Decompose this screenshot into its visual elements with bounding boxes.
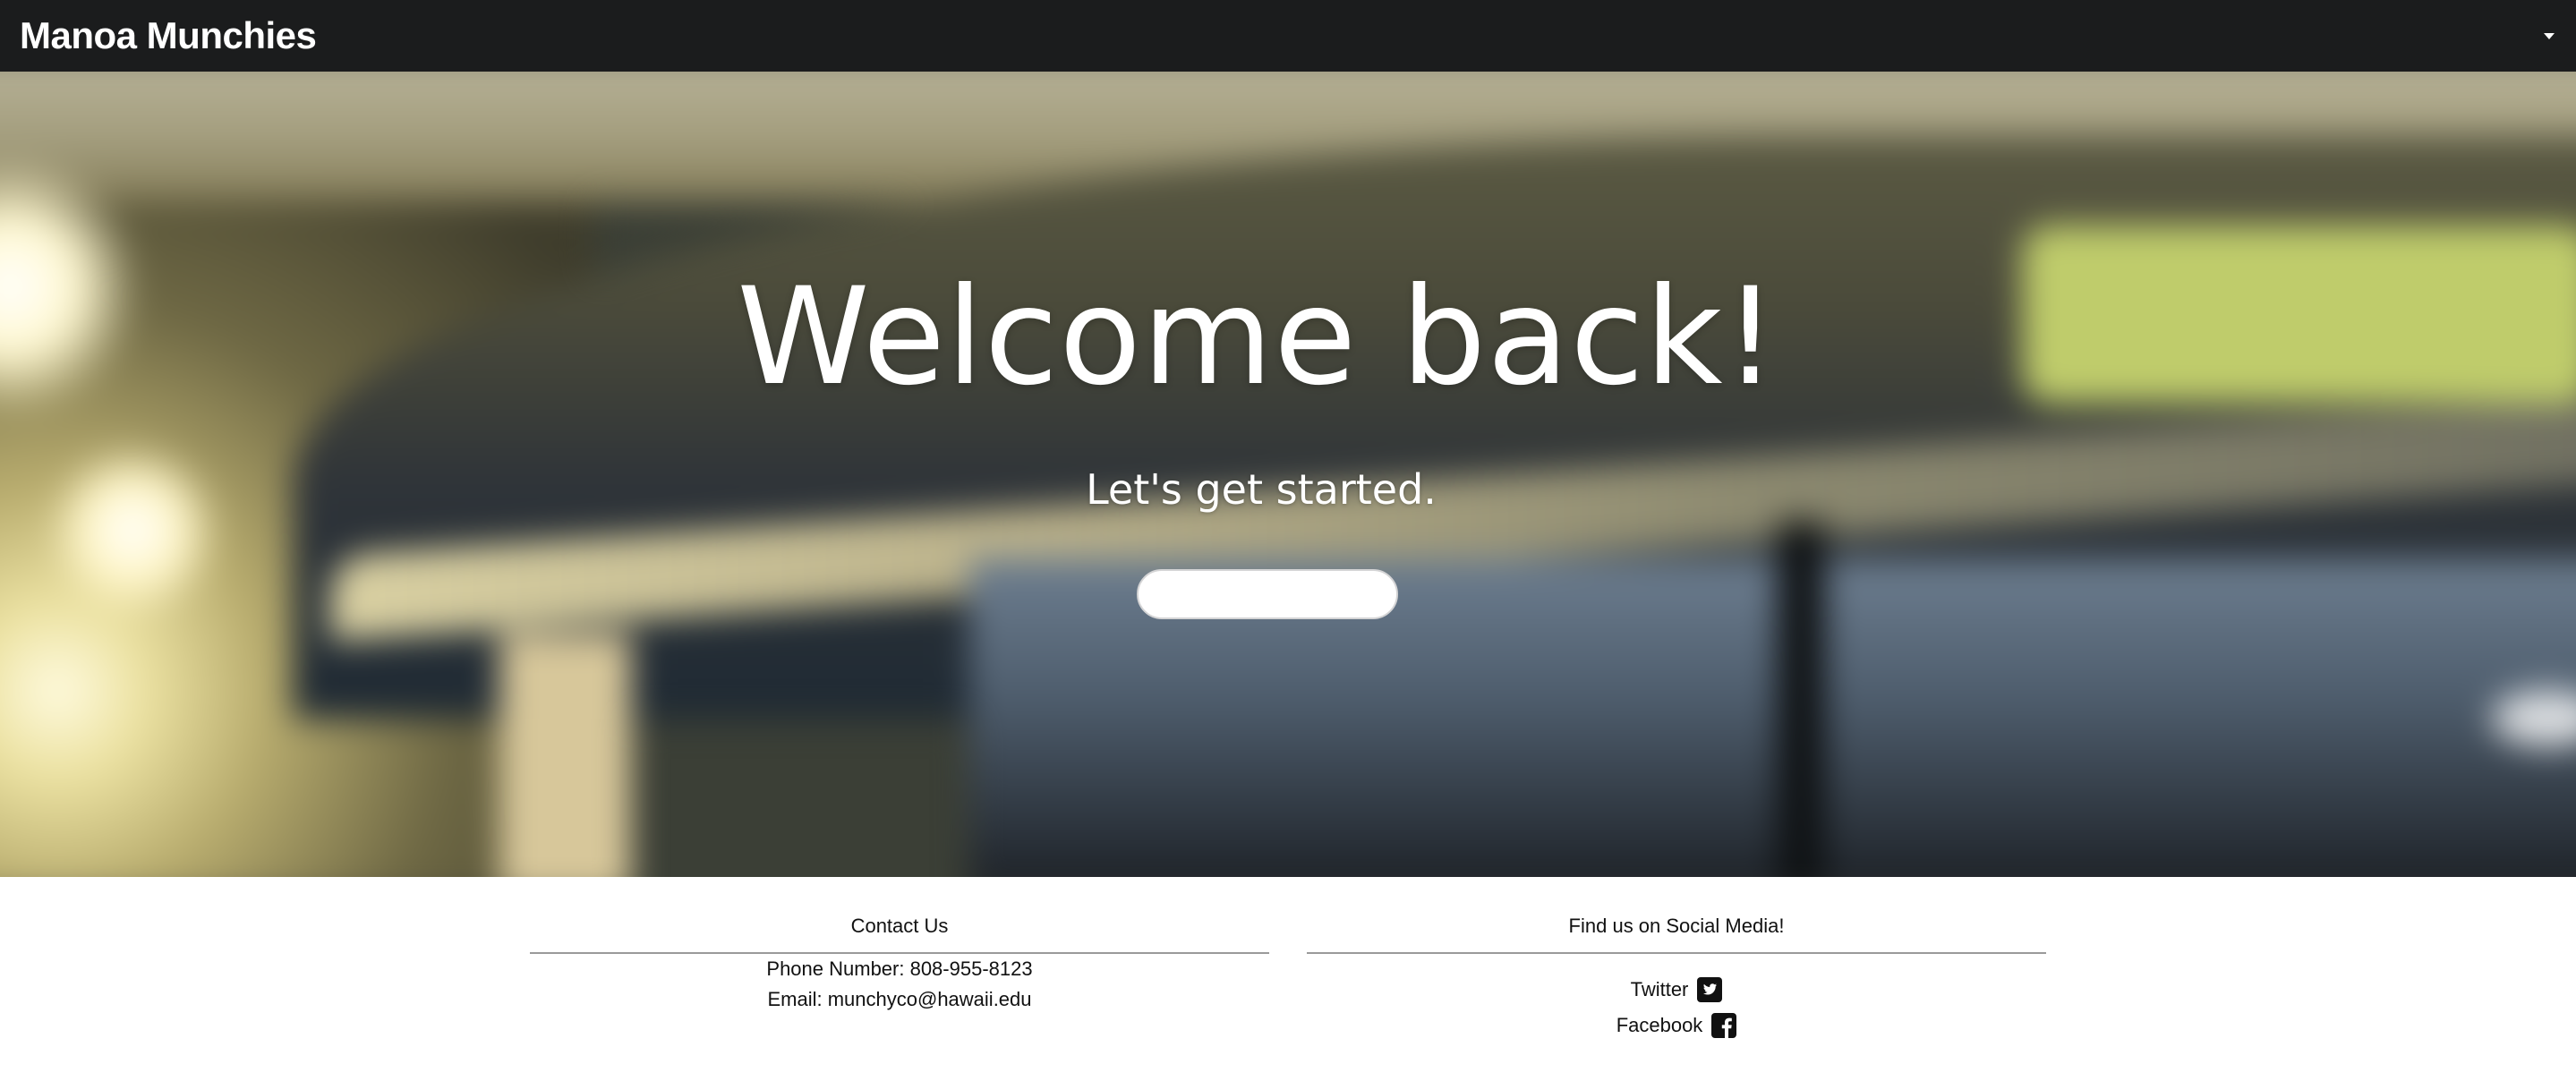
social-link-facebook[interactable]: Facebook [1307,1008,2046,1043]
social-list: Twitter Facebook [1307,972,2046,1043]
contact-phone: Phone Number: 808-955-8123 [766,958,1033,980]
social-label-facebook: Facebook [1616,1014,1703,1036]
contact-email: Email: munchyco@hawaii.edu [767,988,1032,1010]
social-section: Find us on Social Media! Twitter Faceboo… [1307,877,2046,1043]
nav-dropdown-toggle[interactable] [2537,25,2562,47]
contact-heading: Contact Us [530,915,1269,954]
contact-section: Contact Us Phone Number: 808-955-8123 Em… [530,877,1269,1015]
hero-section: Welcome back! Let's get started. [0,72,2576,877]
facebook-square-icon[interactable] [1711,1013,1737,1038]
social-heading: Find us on Social Media! [1307,915,2046,954]
twitter-square-icon[interactable] [1697,977,1723,1002]
social-label-twitter: Twitter [1630,978,1689,1000]
caret-down-icon [2544,32,2555,39]
top-navbar: Manoa Munchies [0,0,2576,72]
search-bar[interactable] [1137,569,1436,619]
search-input[interactable] [1158,582,1436,607]
hero-content: Welcome back! Let's get started. [0,72,2576,877]
brand-logo-text[interactable]: Manoa Munchies [20,14,317,57]
hero-subtitle: Let's get started. [1086,465,1437,514]
footer: Contact Us Phone Number: 808-955-8123 Em… [0,877,2576,1081]
social-link-twitter[interactable]: Twitter [1307,972,2046,1008]
hero-title: Welcome back! [737,260,1778,415]
